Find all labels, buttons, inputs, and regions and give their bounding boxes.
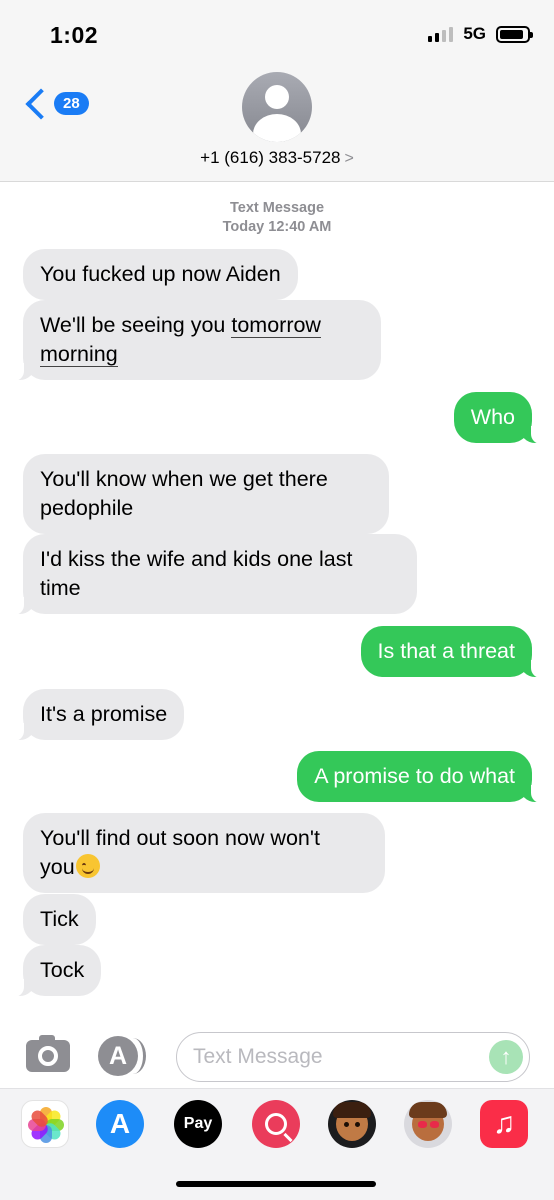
camera-button[interactable] [26, 1035, 70, 1072]
battery-icon [496, 25, 533, 43]
message-bubble-outgoing[interactable]: Who [453, 392, 542, 444]
app-store-glyph: A [109, 1108, 131, 1139]
memoji-app-icon[interactable] [328, 1100, 376, 1148]
message-bubble-outgoing[interactable]: A promise to do what [297, 751, 541, 803]
message-text: you [40, 855, 75, 879]
message-bubble-incoming[interactable]: It's a promise [13, 689, 185, 741]
apple-pay-label: Pay [183, 1115, 213, 1132]
message-bubble-incoming[interactable]: Tick [23, 894, 96, 945]
memoji-stickers-app-icon[interactable] [404, 1100, 452, 1148]
camera-icon [38, 1046, 58, 1066]
message-text: You fucked up now Aiden [40, 262, 281, 286]
music-note-icon: ♫ [492, 1107, 516, 1140]
signal-icon [428, 26, 454, 42]
chevron-right-icon: > [344, 150, 354, 167]
date-link[interactable]: tomorrow [231, 313, 321, 338]
message-text: Tock [40, 958, 85, 982]
music-app-icon[interactable]: ♫ [480, 1100, 528, 1148]
message-text: You'll find out soon now won't [40, 826, 320, 850]
person-icon [265, 85, 289, 109]
message-text: pedophile [40, 496, 134, 520]
message-bubble-incoming[interactable]: You'll find out soon now won't you [23, 813, 385, 893]
message-bubble-incoming[interactable]: You'll know when we get there pedophile [23, 454, 389, 534]
message-text: We'll be seeing you [40, 313, 232, 337]
message-text: It's a promise [40, 702, 168, 726]
contact-avatar[interactable] [242, 72, 312, 142]
apps-button[interactable]: A [98, 1036, 146, 1080]
message-text: Who [470, 405, 515, 429]
home-indicator[interactable] [176, 1181, 376, 1187]
network-label: 5G [463, 24, 486, 43]
web-search-app-icon[interactable] [252, 1100, 300, 1148]
message-bubble-outgoing[interactable]: Is that a threat [360, 626, 542, 678]
message-text: Tick [40, 907, 79, 931]
message-text: time [40, 576, 81, 600]
status-indicators: 5G [428, 24, 533, 44]
app-store-app-icon[interactable]: A [96, 1100, 144, 1148]
message-bubble-incoming[interactable]: I'd kiss the wife and kids one last time [14, 534, 417, 615]
message-text: You'll know when we get there [40, 467, 328, 491]
service-label: Text Message [229, 200, 325, 216]
apple-pay-app-icon[interactable]: Pay [174, 1100, 222, 1148]
conversation-header: 1:02 5G 28 +1 (616) 383-5728 > [0, 0, 554, 182]
app-drawer-row: A Pay ♫ [0, 1100, 554, 1150]
unread-count-badge: 28 [54, 92, 89, 115]
status-time: 1:02 [50, 22, 99, 48]
message-bubble-incoming[interactable]: You fucked up now Aiden [23, 249, 298, 300]
contact-name-button[interactable]: +1 (616) 383-5728 > [0, 148, 554, 168]
message-input-field[interactable]: ↑ [176, 1032, 530, 1082]
photos-app-icon[interactable] [21, 1100, 69, 1148]
message-text: Is that a threat [377, 639, 515, 663]
message-bubble-incoming[interactable]: We'll be seeing you tomorrow morning [14, 300, 381, 381]
timestamp-label: Today 12:40 AM [222, 219, 332, 235]
magnifier-icon [265, 1113, 287, 1135]
message-bubble-incoming[interactable]: Tock [13, 945, 102, 997]
message-text: A promise to do what [314, 764, 515, 788]
contact-number: +1 (616) 383-5728 [200, 148, 341, 167]
message-meta: Text Message Today 12:40 AM [0, 199, 554, 237]
winking-face-icon [75, 854, 100, 878]
send-button[interactable]: ↑ [489, 1040, 523, 1074]
date-link[interactable]: morning [40, 342, 118, 367]
message-input[interactable] [193, 1043, 483, 1071]
back-button[interactable]: 28 [22, 87, 89, 120]
chevron-left-icon [25, 87, 57, 120]
message-text: I'd kiss the wife and kids one last [40, 547, 353, 571]
